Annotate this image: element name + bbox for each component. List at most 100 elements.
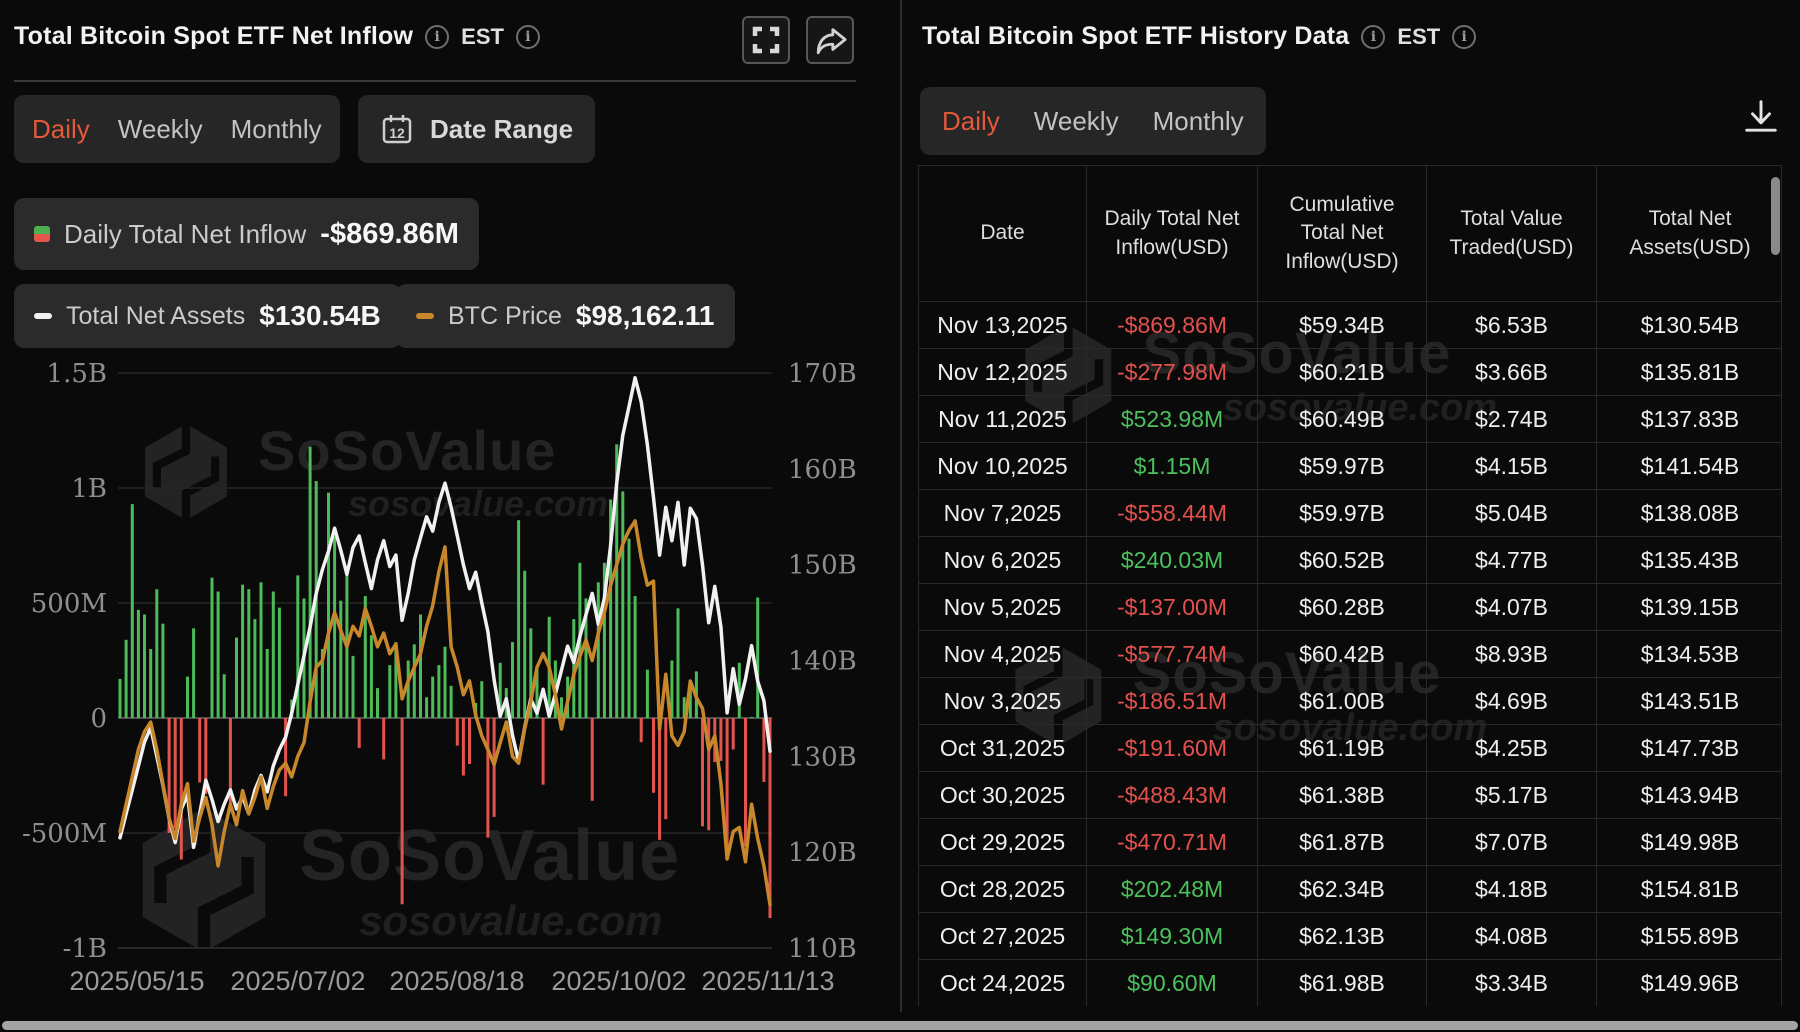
cell-inflow: $523.98M [1087,396,1258,442]
inflow-bar[interactable] [597,582,600,718]
table-row[interactable]: Oct 28,2025$202.48M$62.34B$4.18B$154.81B [919,865,1781,912]
inflow-bar[interactable] [266,649,269,718]
cell-inflow: -$277.98M [1087,349,1258,395]
inflow-bar[interactable] [591,718,594,801]
table-row[interactable]: Nov 12,2025-$277.98M$60.21B$3.66B$135.81… [919,348,1781,395]
cell-assets: $149.96B [1597,960,1783,1006]
table-vertical-scrollbar[interactable] [1771,177,1780,255]
table-row[interactable]: Nov 13,2025-$869.86M$59.34B$6.53B$130.54… [919,301,1781,348]
table-row[interactable]: Nov 4,2025-$577.74M$60.42B$8.93B$134.53B [919,630,1781,677]
inflow-bar[interactable] [119,679,122,718]
info-icon[interactable]: i [1361,25,1385,49]
inflow-bar[interactable] [352,656,355,718]
table-row[interactable]: Nov 5,2025-$137.00M$60.28B$4.07B$139.15B [919,583,1781,630]
inflow-bar[interactable] [744,718,747,846]
inflow-bar[interactable] [493,718,496,817]
inflow-bar[interactable] [278,608,281,718]
inflow-bar[interactable] [628,539,631,718]
inflow-bar[interactable] [517,520,520,718]
inflow-bar[interactable] [634,596,637,718]
inflow-bar[interactable] [444,647,447,718]
inflow-bar[interactable] [241,585,244,718]
inflow-bar[interactable] [664,718,667,819]
inflow-bar[interactable] [462,718,465,776]
inflow-bar[interactable] [652,718,655,793]
inflow-bar[interactable] [750,717,753,718]
inflow-bar[interactable] [376,688,379,718]
page-horizontal-scrollbar[interactable] [2,1021,1798,1030]
inflow-bar[interactable] [437,665,440,718]
inflow-bar[interactable] [401,718,404,904]
inflow-bar[interactable] [621,491,624,718]
inflow-bar[interactable] [677,608,680,718]
inflow-bar[interactable] [161,624,164,718]
inflow-bar[interactable] [309,447,312,718]
inflow-bar[interactable] [198,718,201,782]
inflow-bar[interactable] [211,578,214,718]
net-inflow-chart-svg[interactable]: 1.5B1B500M0-500M-1B170B160B150B140B130B1… [0,0,900,1012]
inflow-bar[interactable] [382,718,385,759]
inflow-bar[interactable] [388,665,391,718]
table-row[interactable]: Nov 10,2025$1.15M$59.97B$4.15B$141.54B [919,442,1781,489]
inflow-bar[interactable] [450,686,453,718]
inflow-bar[interactable] [272,592,275,719]
inflow-bar[interactable] [468,718,471,764]
inflow-bar[interactable] [511,642,514,718]
inflow-bar[interactable] [327,493,330,718]
inflow-bar[interactable] [419,615,422,719]
inflow-bar[interactable] [658,718,661,840]
inflow-bar[interactable] [762,718,765,782]
table-row[interactable]: Oct 27,2025$149.30M$62.13B$4.08B$155.89B [919,912,1781,959]
table-row[interactable]: Oct 24,2025$90.60M$61.98B$3.34B$149.96B [919,959,1781,1006]
inflow-bar[interactable] [425,697,428,718]
table-row[interactable]: Oct 30,2025-$488.43M$61.38B$5.17B$143.94… [919,771,1781,818]
inflow-bar[interactable] [260,582,263,718]
inflow-bar[interactable] [180,718,183,860]
inflow-bar[interactable] [640,718,643,742]
cell-traded: $4.07B [1427,584,1597,630]
inflow-bar[interactable] [137,610,140,718]
info-icon[interactable]: i [1452,25,1476,49]
inflow-bar[interactable] [235,638,238,719]
inflow-bar[interactable] [339,601,342,718]
table-row[interactable]: Nov 6,2025$240.03M$60.52B$4.77B$135.43B [919,536,1781,583]
tab-weekly[interactable]: Weekly [1034,106,1119,137]
table-row[interactable]: Nov 3,2025-$186.51M$61.00B$4.69B$143.51B [919,677,1781,724]
inflow-bar[interactable] [217,592,220,719]
inflow-bar[interactable] [431,677,434,718]
inflow-bar[interactable] [646,670,649,718]
download-button[interactable] [1742,98,1780,141]
cell-traded: $2.74B [1427,396,1597,442]
inflow-bar[interactable] [192,628,195,718]
inflow-bar[interactable] [253,619,256,718]
table-row[interactable]: Oct 29,2025-$470.71M$61.87B$7.07B$149.98… [919,818,1781,865]
inflow-bar[interactable] [701,718,704,826]
inflow-bar[interactable] [223,674,226,718]
inflow-bar[interactable] [186,677,189,718]
inflow-bar[interactable] [413,644,416,718]
history-table[interactable]: DateDaily Total Net Inflow(USD)Cumulativ… [918,165,1782,1006]
inflow-bar[interactable] [370,635,373,718]
inflow-bar[interactable] [131,504,134,718]
inflow-bar[interactable] [456,718,459,746]
inflow-bar[interactable] [125,640,128,718]
table-row[interactable]: Oct 31,2025-$191.60M$61.19B$4.25B$147.73… [919,724,1781,771]
inflow-bar[interactable] [174,718,177,828]
inflow-bar[interactable] [480,681,483,718]
inflow-bar[interactable] [143,615,146,719]
inflow-bar[interactable] [149,649,152,718]
inflow-bar[interactable] [732,718,735,750]
inflow-bar[interactable] [523,571,526,718]
inflow-bar[interactable] [486,718,489,838]
inflow-bar[interactable] [155,589,158,718]
inflow-bar[interactable] [542,718,545,785]
table-row[interactable]: Nov 7,2025-$558.44M$59.97B$5.04B$138.08B [919,489,1781,536]
inflow-bar[interactable] [756,598,759,719]
inflow-bar[interactable] [358,718,361,748]
tab-daily[interactable]: Daily [942,106,1000,137]
table-row[interactable]: Nov 11,2025$523.98M$60.49B$2.74B$137.83B [919,395,1781,442]
inflow-bar[interactable] [247,589,250,718]
tab-monthly[interactable]: Monthly [1153,106,1244,137]
inflow-bar[interactable] [719,718,722,761]
inflow-bar[interactable] [333,536,336,718]
